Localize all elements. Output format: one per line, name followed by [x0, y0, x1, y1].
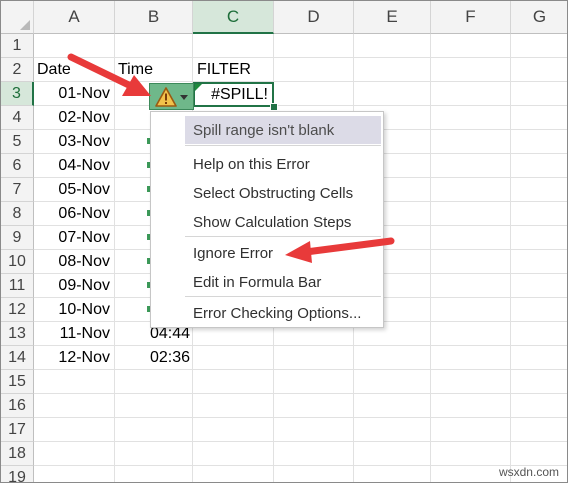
- gridline: [34, 105, 567, 106]
- gridline: [510, 34, 511, 482]
- date-cell[interactable]: 06-Nov: [34, 202, 110, 226]
- menu-item-error-checking-options[interactable]: Error Checking Options...: [185, 299, 381, 327]
- cell-c2-filter-header[interactable]: FILTER: [197, 58, 251, 82]
- column-header-a[interactable]: A: [34, 1, 115, 34]
- date-cell[interactable]: 02-Nov: [34, 106, 110, 130]
- column-header-c[interactable]: C: [193, 1, 274, 34]
- row-header-9[interactable]: 9: [1, 226, 34, 250]
- date-cell[interactable]: 07-Nov: [34, 226, 110, 250]
- error-options-button[interactable]: [149, 83, 194, 110]
- row-header-7[interactable]: 7: [1, 178, 34, 202]
- row-header-18[interactable]: 18: [1, 442, 34, 466]
- dropdown-caret-icon: [180, 95, 188, 100]
- time-cell[interactable]: 02:36: [115, 346, 190, 370]
- column-header-f[interactable]: F: [431, 1, 511, 34]
- row-header-3[interactable]: 3: [1, 82, 34, 106]
- date-cell[interactable]: 03-Nov: [34, 130, 110, 154]
- column-header-d[interactable]: D: [274, 1, 354, 34]
- gridline: [34, 81, 567, 82]
- menu-separator: [185, 145, 381, 146]
- column-header-b[interactable]: B: [115, 1, 193, 34]
- row-header-10[interactable]: 10: [1, 250, 34, 274]
- date-cell[interactable]: 08-Nov: [34, 250, 110, 274]
- gridline: [34, 369, 567, 370]
- menu-separator: [185, 236, 381, 237]
- row-header-15[interactable]: 15: [1, 370, 34, 394]
- date-cell[interactable]: 12-Nov: [34, 346, 110, 370]
- row-header-4[interactable]: 4: [1, 106, 34, 130]
- row-header-11[interactable]: 11: [1, 274, 34, 298]
- row-header-5[interactable]: 5: [1, 130, 34, 154]
- menu-item-show-calculation-steps[interactable]: Show Calculation Steps: [185, 208, 381, 236]
- date-cell[interactable]: 05-Nov: [34, 178, 110, 202]
- row-header-19[interactable]: 19: [1, 466, 34, 482]
- error-indicator-triangle: [195, 84, 202, 91]
- select-all-corner[interactable]: [1, 1, 34, 34]
- column-header-g[interactable]: G: [511, 1, 567, 34]
- menu-item-select-obstructing-cells[interactable]: Select Obstructing Cells: [185, 179, 381, 207]
- gridline: [34, 345, 567, 346]
- warning-icon: [155, 86, 177, 107]
- row-header-16[interactable]: 16: [1, 394, 34, 418]
- row-header-8[interactable]: 8: [1, 202, 34, 226]
- error-options-menu: Spill range isn't blank Help on this Err…: [150, 111, 384, 328]
- spill-error-value: #SPILL!: [211, 86, 268, 103]
- gridline: [114, 34, 115, 482]
- row-header-13[interactable]: 13: [1, 322, 34, 346]
- row-header-1[interactable]: 1: [1, 34, 34, 58]
- watermark-text: wsxdn.com: [498, 465, 559, 479]
- fill-handle[interactable]: [270, 103, 278, 111]
- gridline: [34, 417, 567, 418]
- cell-b2-time-header[interactable]: Time: [118, 58, 153, 82]
- gridline: [430, 34, 431, 482]
- menu-item-edit-in-formula-bar[interactable]: Edit in Formula Bar: [185, 268, 381, 296]
- menu-title-spill-range: Spill range isn't blank: [185, 116, 381, 144]
- gridline: [34, 57, 567, 58]
- date-cell[interactable]: 11-Nov: [34, 322, 110, 346]
- date-cell[interactable]: 01-Nov: [34, 82, 110, 106]
- gridline: [34, 441, 567, 442]
- spreadsheet-window: A B C D E F G 1 2 3 4 5 6 7 8 9 10 11 12…: [0, 0, 568, 483]
- menu-item-help-on-error[interactable]: Help on this Error: [185, 150, 381, 178]
- date-cell[interactable]: 04-Nov: [34, 154, 110, 178]
- menu-item-ignore-error[interactable]: Ignore Error: [185, 239, 381, 267]
- date-cell[interactable]: 09-Nov: [34, 274, 110, 298]
- menu-separator: [185, 296, 381, 297]
- cell-a2-date-header[interactable]: Date: [37, 58, 71, 82]
- gridline: [34, 465, 567, 466]
- date-cell[interactable]: 10-Nov: [34, 298, 110, 322]
- row-header-2[interactable]: 2: [1, 58, 34, 82]
- row-header-17[interactable]: 17: [1, 418, 34, 442]
- row-header-14[interactable]: 14: [1, 346, 34, 370]
- row-header-6[interactable]: 6: [1, 154, 34, 178]
- selected-cell-c3[interactable]: #SPILL!: [193, 82, 274, 107]
- column-header-e[interactable]: E: [354, 1, 431, 34]
- gridline: [34, 393, 567, 394]
- row-header-12[interactable]: 12: [1, 298, 34, 322]
